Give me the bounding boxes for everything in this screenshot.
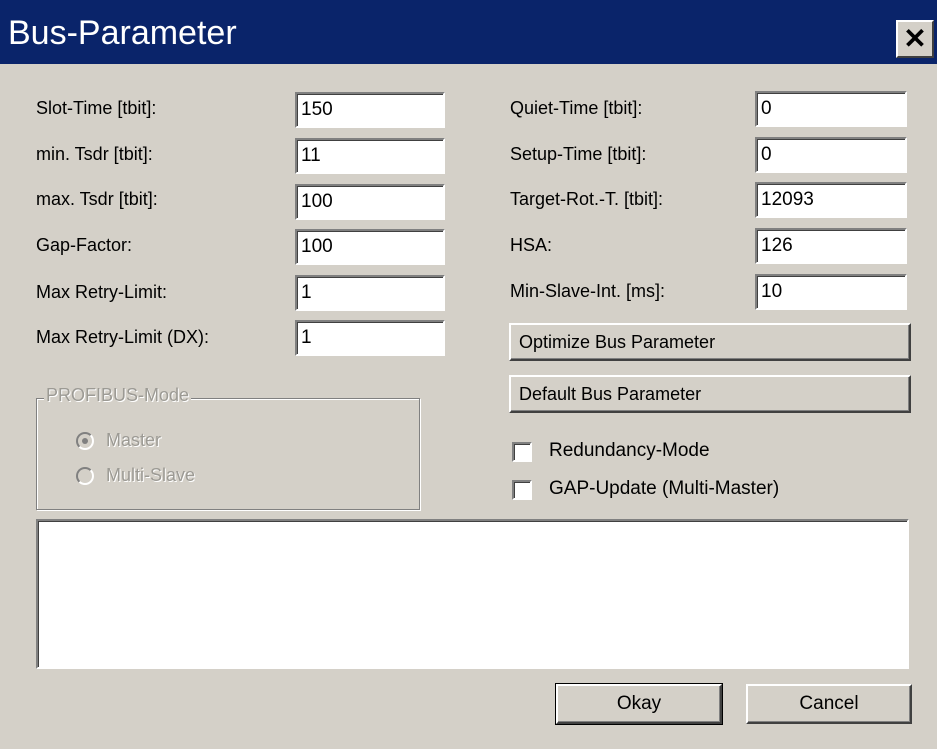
min-tsdr-label: min. Tsdr [tbit]: <box>36 144 153 164</box>
setup-time-label: Setup-Time [tbit]: <box>510 144 647 164</box>
default-bus-parameter-button[interactable]: Default Bus Parameter <box>509 375 911 413</box>
min-slave-int-label: Min-Slave-Int. [ms]: <box>510 281 666 301</box>
radio-multi-slave-label: Multi-Slave <box>106 465 196 485</box>
min-tsdr-input[interactable] <box>295 138 445 174</box>
radio-master-label: Master <box>106 430 162 450</box>
gap-factor-label: Gap-Factor: <box>36 235 133 255</box>
max-retry-limit-dx-label: Max Retry-Limit (DX): <box>36 327 210 347</box>
hsa-label: HSA: <box>510 235 553 255</box>
slot-time-input[interactable] <box>295 92 445 128</box>
gap-update-checkbox[interactable]: GAP-Update (Multi-Master) <box>512 478 832 504</box>
quiet-time-input[interactable] <box>755 91 907 127</box>
window-title: Bus-Parameter <box>8 14 237 52</box>
optimize-bus-parameter-button[interactable]: Optimize Bus Parameter <box>509 323 911 361</box>
redundancy-mode-checkbox[interactable]: Redundancy-Mode <box>512 440 832 466</box>
max-retry-limit-dx-input[interactable] <box>295 320 445 356</box>
hsa-input[interactable] <box>755 228 907 264</box>
okay-button[interactable]: Okay <box>555 683 723 725</box>
redundancy-mode-label: Redundancy-Mode <box>549 440 710 461</box>
close-icon: ✕ <box>903 23 927 54</box>
target-rot-label: Target-Rot.-T. [tbit]: <box>510 189 664 209</box>
gap-update-label: GAP-Update (Multi-Master) <box>549 478 780 499</box>
radio-button-icon <box>76 432 94 450</box>
title-bar: Bus-Parameter ✕ <box>0 0 937 66</box>
max-retry-limit-label: Max Retry-Limit: <box>36 282 168 302</box>
max-tsdr-input[interactable] <box>295 184 445 220</box>
max-retry-limit-input[interactable] <box>295 275 445 311</box>
radio-master[interactable]: Master <box>76 430 236 454</box>
close-button[interactable]: ✕ <box>896 20 934 58</box>
min-slave-int-input[interactable] <box>755 274 907 310</box>
profibus-mode-group <box>36 398 420 510</box>
checkbox-icon <box>512 442 532 462</box>
checkbox-icon <box>512 480 532 500</box>
setup-time-input[interactable] <box>755 137 907 173</box>
target-rot-input[interactable] <box>755 182 907 218</box>
radio-selected-dot <box>82 438 88 444</box>
slot-time-label: Slot-Time [tbit]: <box>36 98 157 118</box>
profibus-mode-legend: PROFIBUS-Mode <box>44 385 192 406</box>
radio-button-icon <box>76 467 94 485</box>
radio-multi-slave[interactable]: Multi-Slave <box>76 465 256 489</box>
max-tsdr-label: max. Tsdr [tbit]: <box>36 189 158 209</box>
gap-factor-input[interactable] <box>295 229 445 265</box>
cancel-button[interactable]: Cancel <box>746 684 912 724</box>
quiet-time-label: Quiet-Time [tbit]: <box>510 98 643 118</box>
message-textarea[interactable] <box>36 519 909 669</box>
